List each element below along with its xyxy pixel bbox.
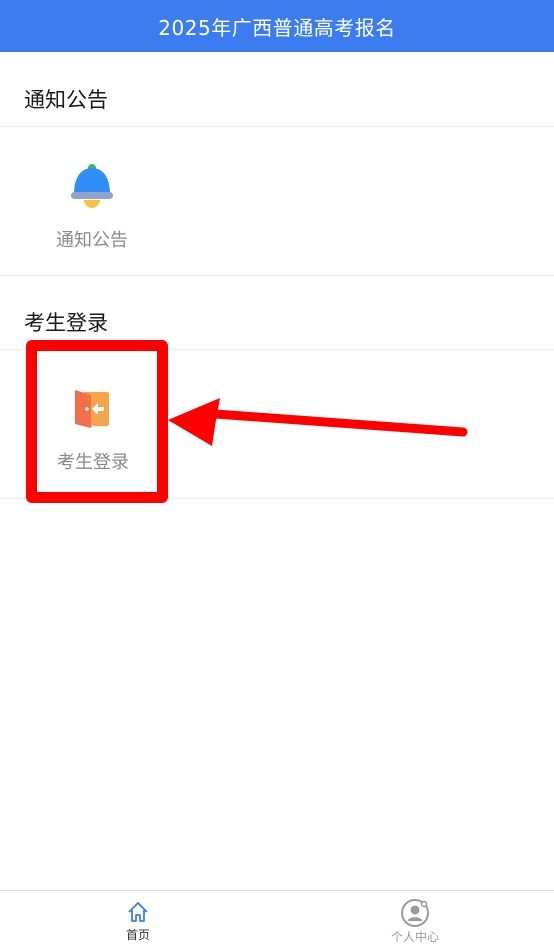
tab-home-label: 首页 xyxy=(125,928,150,942)
red-arrow-annotation xyxy=(168,398,468,446)
page-title: 2025年广西普通高考报名 xyxy=(158,15,396,40)
highlight-box xyxy=(26,340,168,503)
home-icon xyxy=(128,902,148,922)
bell-icon xyxy=(71,164,113,208)
divider xyxy=(0,275,554,276)
divider xyxy=(0,126,554,127)
tab-home[interactable]: 首页 xyxy=(78,891,198,947)
tab-user-center[interactable]: 个人中心 xyxy=(355,891,475,947)
section-title-login: 考生登录 xyxy=(24,311,108,335)
tab-user-center-label: 个人中心 xyxy=(390,930,439,944)
notices-tile[interactable]: 通知公告 xyxy=(30,160,154,252)
user-center-icon xyxy=(401,899,429,927)
bottom-tab-bar: 首页 个人中心 xyxy=(0,890,554,947)
notices-tile-label: 通知公告 xyxy=(56,230,128,251)
app-header: 2025年广西普通高考报名 xyxy=(0,0,554,52)
section-title-notices: 通知公告 xyxy=(24,88,108,112)
